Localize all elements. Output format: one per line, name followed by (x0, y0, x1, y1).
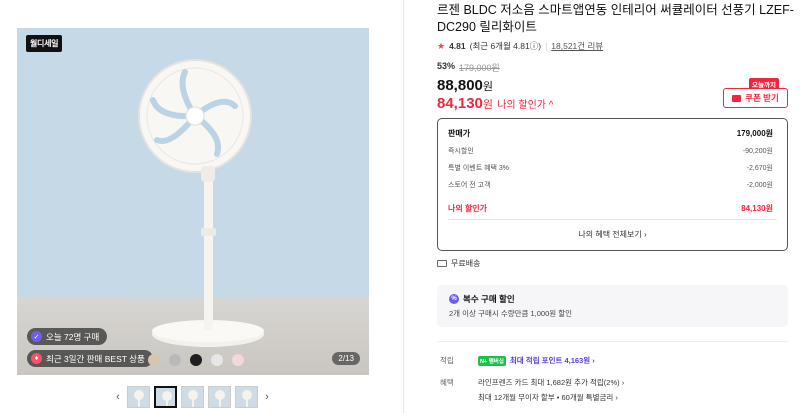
breakdown-my-price-value: 84,130원 (741, 204, 773, 213)
thumbnail[interactable] (127, 386, 150, 408)
npay-membership-badge: N+ 멤버십 (478, 355, 506, 366)
coupon-button[interactable]: 쿠폰 받기 (723, 88, 788, 108)
breakdown-row: 특별 이벤트 혜택 3% -2,670원 (448, 163, 773, 173)
breakdown-my-price: 나의 할인가 84,130원 (448, 203, 773, 214)
installment-benefit-link[interactable]: 최대 12개월 무이자 할부 • 60개월 특별금리 › (478, 392, 618, 403)
rating-score: 4.81 (449, 41, 466, 51)
shipping-row: 무료배송 (437, 258, 480, 269)
color-dot[interactable] (169, 354, 181, 366)
rating-recent: (최근 6개월 4.81ⓘ) (469, 41, 542, 51)
best-seller-pill: ♦ 최근 3일간 판매 BEST 상품 (27, 350, 153, 367)
breakdown-row: 스토어 전 고객 -2,000원 (448, 180, 773, 190)
benefit-label: 혜택 (440, 378, 454, 387)
fan-product-image (138, 59, 264, 347)
divider (448, 219, 777, 220)
review-count-link[interactable]: 18,521건 리뷰 (551, 40, 603, 52)
color-dot[interactable] (232, 354, 244, 366)
my-price-value: 84,130 (437, 95, 483, 112)
divider (437, 341, 788, 342)
today-purchase-pill: ✓ 오늘 72명 구매 (27, 328, 108, 345)
my-price-label: 나의 할인가 ^ (497, 100, 554, 111)
prev-thumbnail-icon[interactable]: ‹ (113, 391, 123, 403)
image-counter: 2/13 (332, 352, 360, 365)
rating-row: ★ 4.81 (최근 6개월 4.81ⓘ) | 18,521건 리뷰 (437, 40, 603, 52)
breakdown-row-value: -90,200원 (742, 148, 773, 155)
color-dot[interactable] (148, 354, 160, 366)
my-price-unit: 원 (482, 99, 494, 111)
breakdown-row-value: -2,000원 (746, 182, 773, 189)
breakdown-row-label: 스토어 전 고객 (448, 182, 491, 189)
shipping-text: 무료배송 (451, 259, 481, 268)
multi-purchase-title-text: 복수 구매 할인 (463, 294, 515, 304)
product-image-gallery[interactable]: 월디세일 ✓ 오늘 72명 구매 ♦ 최근 3일간 판매 BEST 상품 2/1… (17, 28, 369, 375)
thumbnail[interactable] (235, 386, 258, 408)
sale-price-value: 88,800 (437, 77, 483, 94)
coupon-icon (732, 94, 742, 102)
product-title: 르젠 BLDC 저소음 스마트앱연동 인테리어 써큘레이터 선풍기 LZEF-D… (437, 3, 794, 34)
thumbnail[interactable] (181, 386, 204, 408)
multi-purchase-desc: 2개 이상 구매시 수량만큼 1,000원 할인 (449, 309, 573, 318)
breakdown-row-value: -2,670원 (746, 165, 773, 172)
breakdown-my-price-label: 나의 할인가 (448, 204, 488, 213)
next-thumbnail-icon[interactable]: › (262, 391, 272, 403)
fire-icon: ♦ (31, 353, 42, 364)
breakdown-head-value: 179,000원 (736, 129, 773, 138)
star-icon: ★ (437, 40, 446, 51)
sale-price: 88,800원 (437, 77, 493, 94)
all-benefits-link[interactable]: 나의 혜택 전체보기 › (438, 229, 787, 240)
price-breakdown-box: 판매가 179,000원 즉시할인 -90,200원 특별 이벤트 혜택 3% … (437, 118, 788, 251)
color-dot[interactable] (190, 354, 202, 366)
shield-icon: ✓ (31, 331, 42, 342)
multi-purchase-discount-box: % 복수 구매 할인 2개 이상 구매시 수량만큼 1,000원 할인 (437, 285, 788, 327)
discount-row: 53% 179,000원 (437, 61, 500, 74)
breakdown-head: 판매가 179,000원 (448, 128, 773, 139)
best-seller-text: 최근 3일간 판매 BEST 상품 (46, 353, 145, 364)
product-info-panel: 르젠 BLDC 저소음 스마트앱연동 인테리어 써큘레이터 선풍기 LZEF-D… (403, 0, 800, 413)
sale-badge: 월디세일 (26, 35, 63, 52)
thumbnail-strip: ‹ › (113, 386, 272, 408)
discount-rate: 53% (437, 61, 456, 71)
point-row[interactable]: N+ 멤버십 최대 적립 포인트 4,163원 › (478, 355, 595, 366)
breakdown-row: 즉시할인 -90,200원 (448, 146, 773, 156)
breakdown-row-label: 특별 이벤트 혜택 3% (448, 165, 510, 172)
my-discount-price[interactable]: 84,130원 나의 할인가 ^ (437, 95, 553, 112)
breakdown-row-label: 즉시할인 (448, 148, 474, 155)
sale-price-unit: 원 (482, 81, 494, 93)
color-dot[interactable] (211, 354, 223, 366)
coupon-button-label: 쿠폰 받기 (745, 93, 779, 103)
original-price: 179,000원 (459, 63, 500, 73)
divider: | (545, 41, 548, 51)
breakdown-head-label: 판매가 (448, 129, 471, 138)
discount-icon: % (449, 294, 459, 304)
point-text: 최대 적립 포인트 4,163원 › (509, 356, 595, 365)
truck-icon (437, 260, 447, 267)
multi-purchase-title: % 복수 구매 할인 (449, 293, 515, 305)
thumbnail-selected[interactable] (154, 386, 177, 408)
today-purchase-text: 오늘 72명 구매 (46, 331, 100, 342)
point-label: 적립 (440, 356, 454, 365)
card-benefit-link[interactable]: 라인프렌즈 카드 최대 1,682원 추가 적립(2%) › (478, 377, 624, 388)
thumbnail[interactable] (208, 386, 231, 408)
